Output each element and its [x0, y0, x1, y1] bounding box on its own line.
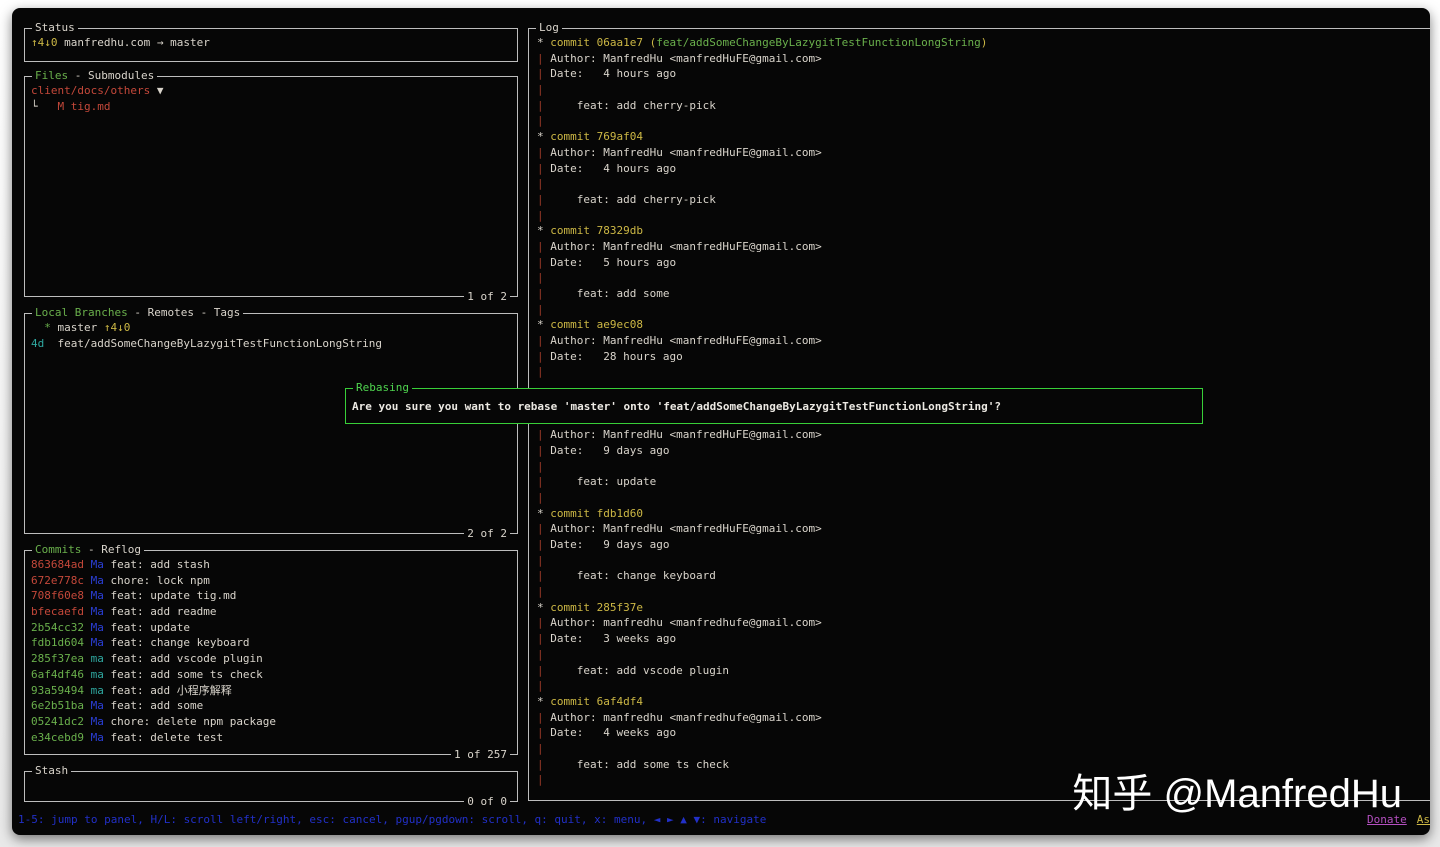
log-line: | Author: ManfredHu <manfredHuFE@gmail.c…: [537, 51, 1430, 67]
files-panel-count: 1 of 2: [464, 289, 510, 305]
zhihu-watermark: 知乎 @ManfredHu: [1072, 787, 1402, 803]
commits-panel-count: 1 of 257: [451, 747, 510, 763]
status-panel-title: Status: [32, 20, 78, 36]
commits-panel-body: 863684ad Ma feat: add stash672e778c Ma c…: [25, 551, 517, 754]
log-line: | Date: 3 weeks ago: [537, 631, 1430, 647]
log-line: | Author: ManfredHu <manfredHuFE@gmail.c…: [537, 239, 1430, 255]
screenshot-frame: Status ↑4↓0 manfredhu.com → master Files…: [0, 0, 1440, 847]
log-line: | Date: 9 days ago: [537, 537, 1430, 553]
commit-row[interactable]: fdb1d604 Ma feat: change keyboard: [31, 635, 511, 651]
status-line: ↑4↓0 manfredhu.com → master: [31, 35, 511, 51]
stash-panel-count: 0 of 0: [464, 794, 510, 810]
log-line: |: [537, 459, 1430, 475]
log-line: | Author: ManfredHu <manfredHuFE@gmail.c…: [537, 333, 1430, 349]
log-line: | Date: 4 hours ago: [537, 66, 1430, 82]
rebase-dialog-title: Rebasing: [353, 380, 412, 396]
log-line: |: [537, 678, 1430, 694]
commit-row[interactable]: 285f37ea ma feat: add vscode plugin: [31, 651, 511, 667]
commit-row[interactable]: 708f60e8 Ma feat: update tig.md: [31, 588, 511, 604]
branch-row[interactable]: 4d feat/addSomeChangeByLazygitTestFuncti…: [31, 336, 511, 352]
log-line: * commit 769af04: [537, 129, 1430, 145]
commit-row[interactable]: bfecaefd Ma feat: add readme: [31, 604, 511, 620]
log-line: | Author: manfredhu <manfredhufe@gmail.c…: [537, 615, 1430, 631]
log-line: * commit ae9ec08: [537, 317, 1430, 333]
log-line: | Date: 28 hours ago: [537, 349, 1430, 365]
log-line: |: [537, 208, 1430, 224]
log-line: | feat: add cherry-pick: [537, 98, 1430, 114]
branch-row[interactable]: * master ↑4↓0: [31, 320, 511, 336]
commit-row[interactable]: 6af4df46 ma feat: add some ts check: [31, 667, 511, 683]
log-line: * commit 285f37e: [537, 600, 1430, 616]
commit-row[interactable]: 05241dc2 Ma chore: delete npm package: [31, 714, 511, 730]
log-line: | feat: add some: [537, 286, 1430, 302]
stash-panel-title: Stash: [32, 763, 71, 779]
log-line: |: [537, 741, 1430, 757]
log-line: | Date: 4 weeks ago: [537, 725, 1430, 741]
log-line: |: [537, 584, 1430, 600]
files-panel-title: Files - Submodules: [32, 68, 157, 84]
log-line: | feat: add cherry-pick: [537, 192, 1430, 208]
status-panel-body: ↑4↓0 manfredhu.com → master: [25, 29, 517, 61]
log-line: | Author: ManfredHu <manfredHuFE@gmail.c…: [537, 145, 1430, 161]
log-line: |: [537, 490, 1430, 506]
log-line: | feat: change keyboard: [537, 568, 1430, 584]
file-row[interactable]: └ M tig.md: [31, 99, 511, 115]
ask-question-link[interactable]: As: [1417, 813, 1430, 826]
log-line: |: [537, 302, 1430, 318]
log-line: | Author: ManfredHu <manfredHuFE@gmail.c…: [537, 521, 1430, 537]
log-line: |: [537, 176, 1430, 192]
lazygit-terminal: Status ↑4↓0 manfredhu.com → master Files…: [12, 8, 1430, 835]
log-line: |: [537, 364, 1430, 380]
log-line: | Author: ManfredHu <manfredHuFE@gmail.c…: [537, 427, 1430, 443]
log-line: | Date: 4 hours ago: [537, 161, 1430, 177]
files-panel-body: client/docs/others ▼└ M tig.md: [25, 77, 517, 296]
files-panel[interactable]: Files - Submodules client/docs/others ▼└…: [24, 76, 518, 297]
log-line: | Date: 5 hours ago: [537, 255, 1430, 271]
log-line: * commit 78329db: [537, 223, 1430, 239]
keybindings-hint: 1-5: jump to panel, H/L: scroll left/rig…: [18, 812, 766, 828]
log-line: | feat: add vscode plugin: [537, 663, 1430, 679]
branches-panel-count: 2 of 2: [464, 526, 510, 542]
log-line: | feat: add some ts check: [537, 757, 1430, 773]
log-line: * commit fdb1d60: [537, 506, 1430, 522]
log-line: |: [537, 647, 1430, 663]
commit-row[interactable]: 2b54cc32 Ma feat: update: [31, 620, 511, 636]
commit-row[interactable]: e34cebd9 Ma feat: delete test: [31, 730, 511, 746]
log-line: |: [537, 82, 1430, 98]
log-line: | Author: manfredhu <manfredhufe@gmail.c…: [537, 710, 1430, 726]
rebase-confirm-dialog[interactable]: Rebasing Are you sure you want to rebase…: [345, 388, 1203, 424]
commit-row[interactable]: 93a59494 ma feat: add 小程序解释: [31, 683, 511, 699]
commit-row[interactable]: 6e2b51ba Ma feat: add some: [31, 698, 511, 714]
log-line: * commit 6af4df4: [537, 694, 1430, 710]
file-row[interactable]: client/docs/others ▼: [31, 83, 511, 99]
log-line: |: [537, 553, 1430, 569]
log-line: |: [537, 113, 1430, 129]
rebase-dialog-message: Are you sure you want to rebase 'master'…: [346, 389, 1202, 415]
log-panel-title: Log: [536, 20, 562, 36]
stash-panel[interactable]: Stash 0 of 0: [24, 771, 518, 802]
commit-row[interactable]: 863684ad Ma feat: add stash: [31, 557, 511, 573]
stash-panel-body: [25, 772, 517, 801]
log-line: |: [537, 270, 1430, 286]
commits-panel-title: Commits - Reflog: [32, 542, 144, 558]
log-line: | Date: 9 days ago: [537, 443, 1430, 459]
branches-panel-title: Local Branches - Remotes - Tags: [32, 305, 243, 321]
commit-row[interactable]: 672e778c Ma chore: lock npm: [31, 573, 511, 589]
commits-panel[interactable]: Commits - Reflog 863684ad Ma feat: add s…: [24, 550, 518, 755]
log-line: * commit 06aa1e7 (feat/addSomeChangeByLa…: [537, 35, 1430, 51]
status-panel[interactable]: Status ↑4↓0 manfredhu.com → master: [24, 28, 518, 62]
log-line: | feat: update: [537, 474, 1430, 490]
